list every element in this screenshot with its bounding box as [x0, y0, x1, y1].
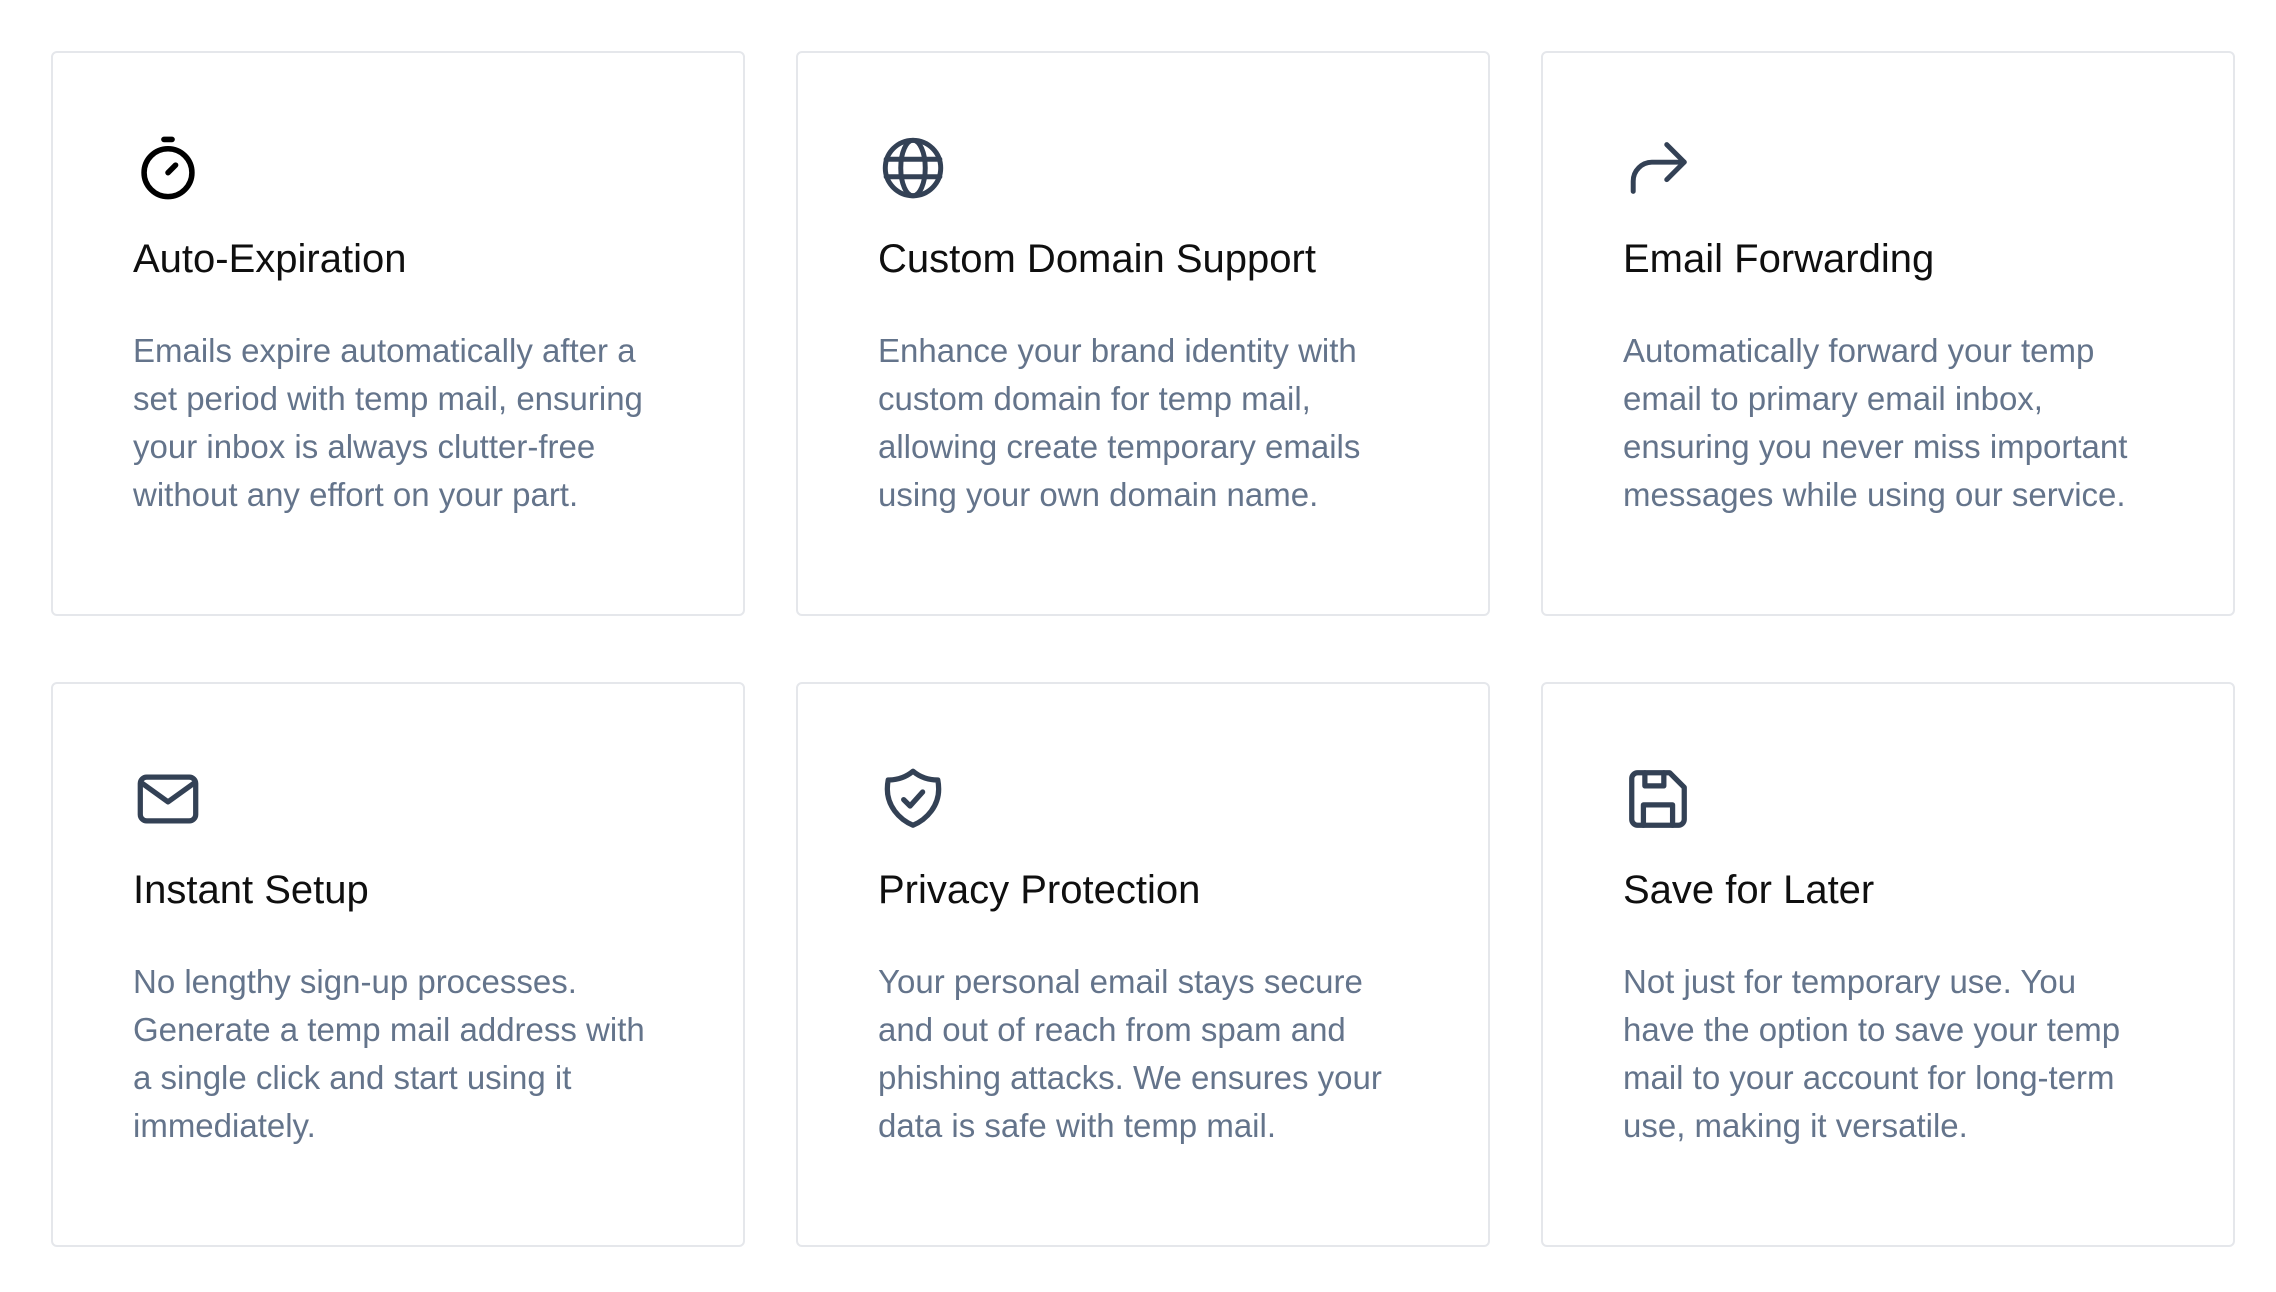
- feature-description: Automatically forward your temp email to…: [1623, 332, 2128, 513]
- feature-description: Emails expire automatically after a set …: [133, 332, 643, 513]
- forward-arrow-icon: [1623, 133, 1693, 203]
- envelope-icon: [133, 764, 203, 834]
- feature-description: Not just for temporary use. You have the…: [1623, 963, 2121, 1144]
- feature-title: Auto-Expiration: [133, 237, 407, 281]
- feature-title: Instant Setup: [133, 868, 369, 912]
- feature-card-instant-setup: Instant Setup No lengthy sign-up process…: [51, 682, 745, 1247]
- feature-card-custom-domain-support: Custom Domain Support Enhance your brand…: [796, 51, 1490, 616]
- globe-icon: [878, 133, 948, 203]
- features-grid: Auto-Expiration Emails expire automatica…: [51, 51, 2235, 1247]
- feature-title: Email Forwarding: [1623, 237, 1935, 281]
- feature-description: No lengthy sign-up processes. Generate a…: [133, 963, 645, 1144]
- shield-check-icon: [878, 764, 948, 834]
- feature-title: Privacy Protection: [878, 868, 1201, 912]
- feature-description: Enhance your brand identity with custom …: [878, 332, 1361, 513]
- floppy-disk-icon: [1623, 764, 1693, 834]
- feature-card-auto-expiration: Auto-Expiration Emails expire automatica…: [51, 51, 745, 616]
- feature-title: Custom Domain Support: [878, 237, 1316, 281]
- feature-card-email-forwarding: Email Forwarding Automatically forward y…: [1541, 51, 2235, 616]
- feature-card-privacy-protection: Privacy Protection Your personal email s…: [796, 682, 1490, 1247]
- feature-card-save-for-later: Save for Later Not just for temporary us…: [1541, 682, 2235, 1247]
- feature-title: Save for Later: [1623, 868, 1875, 912]
- stopwatch-icon: [133, 133, 203, 203]
- feature-description: Your personal email stays secure and out…: [878, 963, 1382, 1144]
